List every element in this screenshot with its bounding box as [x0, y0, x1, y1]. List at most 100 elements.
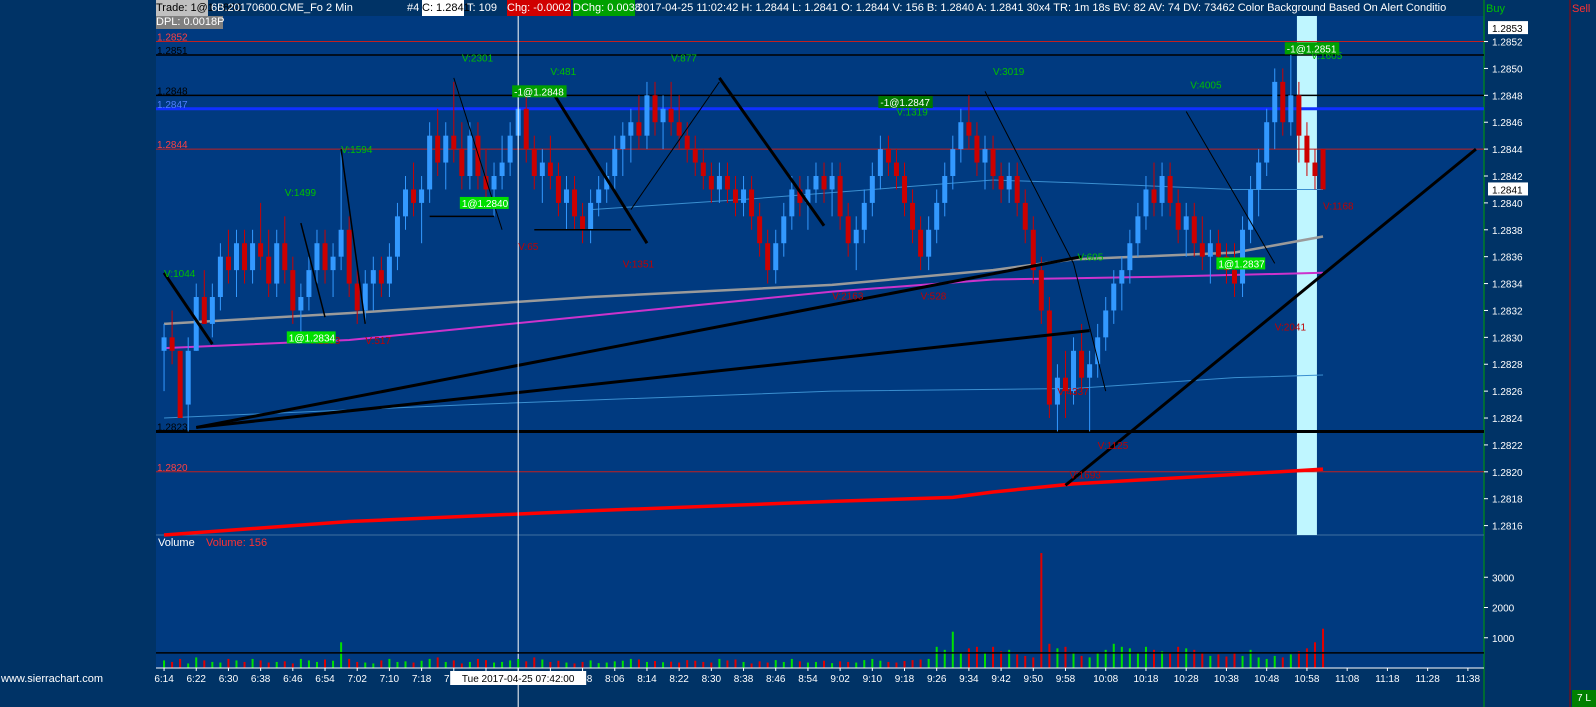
time-axis-label: 10:48 — [1254, 674, 1279, 685]
trade-badge-label: 1@1.2840 — [462, 199, 509, 210]
candle-body — [580, 216, 586, 230]
candle-body — [1183, 216, 1189, 230]
time-axis-label: 11:18 — [1375, 674, 1400, 685]
buy-column-label[interactable]: Buy — [1486, 3, 1505, 15]
volume-bar — [195, 657, 198, 668]
candle-body — [499, 162, 505, 177]
volume-bar — [782, 661, 785, 668]
candle-body — [1087, 364, 1093, 378]
volume-bar — [951, 631, 954, 668]
time-axis-label: 8:54 — [798, 674, 818, 685]
time-axis-label: 11:38 — [1456, 674, 1481, 685]
volume-bar — [275, 661, 278, 668]
candle-body — [877, 149, 883, 177]
candle-body — [620, 135, 626, 150]
volume-bar — [227, 658, 230, 668]
price-axis-label: 1.2844 — [1492, 145, 1523, 156]
volume-bar — [678, 662, 681, 668]
volume-bar — [790, 658, 793, 668]
time-axis-label: 9:10 — [863, 674, 883, 685]
time-axis-label: 8:06 — [605, 674, 625, 685]
candle-body — [1199, 243, 1205, 257]
candle-body — [419, 189, 425, 203]
close-value: C: 1.2841 — [422, 0, 470, 16]
volume-bar — [927, 658, 930, 668]
volume-axis-label: 3000 — [1492, 573, 1515, 584]
corner-indicator[interactable]: 7 L — [1572, 690, 1596, 707]
time-axis-label: 9:58 — [1056, 674, 1076, 685]
volume-bar — [1161, 651, 1164, 668]
volume-bar — [573, 663, 576, 668]
volume-bar — [1177, 646, 1180, 668]
price-axis-label: 1.2838 — [1492, 226, 1523, 237]
volume-bar — [605, 662, 608, 668]
candle-body — [467, 135, 473, 177]
candle-body — [435, 135, 441, 163]
volume-bar — [871, 658, 874, 668]
current-price-value: 1.2853 — [1492, 24, 1523, 35]
time-axis-label: 6:54 — [315, 674, 335, 685]
volume-bar — [895, 662, 898, 668]
time-axis-label: 7:18 — [412, 674, 432, 685]
volume-bar — [420, 660, 423, 668]
volume-bar — [211, 661, 214, 668]
volume-bar — [694, 660, 697, 668]
candle-body — [1111, 283, 1117, 311]
volume-callout-label: V:65 — [518, 242, 539, 253]
candle-body — [732, 189, 738, 203]
volume-bar — [171, 661, 174, 668]
time-axis-label: 9:26 — [927, 674, 947, 685]
candle-body — [668, 108, 674, 123]
volume-bar — [983, 652, 986, 668]
volume-bar — [1225, 656, 1228, 668]
volume-bar — [1032, 657, 1035, 668]
volume-bar — [549, 661, 552, 668]
candle-body — [773, 243, 779, 271]
candle-body — [539, 162, 545, 177]
price-axis-label: 1.2820 — [1492, 468, 1523, 479]
candle-body — [1215, 243, 1221, 257]
volume-bar — [1096, 652, 1099, 668]
volume-bar — [388, 658, 391, 668]
candle-body — [242, 243, 248, 271]
volume-bar — [525, 661, 528, 668]
volume-bar — [1322, 663, 1325, 668]
candle-body — [563, 189, 569, 203]
volume-bar — [613, 661, 616, 668]
dpl-label: DPL: 0.0018P — [156, 16, 225, 29]
candle-body — [443, 135, 449, 163]
volume-bar — [1281, 657, 1284, 668]
candle-body — [926, 229, 932, 257]
volume-callout-label: V:2041 — [1275, 323, 1307, 334]
volume-bar — [1201, 652, 1204, 668]
candle-body — [1014, 176, 1020, 203]
volume-bar — [509, 660, 512, 668]
candle-body — [330, 256, 336, 271]
candle-body — [1159, 176, 1165, 203]
volume-bar — [806, 662, 809, 668]
candle-body — [893, 162, 899, 177]
candle-body — [201, 297, 207, 324]
volume-bar — [340, 642, 343, 668]
chart-canvas[interactable]: V:2301 V:481 V:877 V:3019 V:4005 V:1594 V:1499… — [0, 0, 1596, 707]
sell-column-label[interactable]: Sell — [1572, 3, 1590, 15]
candle-body — [853, 229, 859, 244]
time-axis-label: 7:10 — [380, 674, 400, 685]
candle-body — [338, 229, 344, 257]
candle-body — [1135, 216, 1141, 244]
candle-body — [507, 135, 513, 163]
time-axis-label: 11:28 — [1416, 674, 1441, 685]
candle-body — [1143, 189, 1149, 217]
candle-body — [451, 135, 457, 150]
candle-body — [217, 256, 223, 298]
time-axis-label: 6:30 — [219, 674, 239, 685]
candle-body — [370, 270, 376, 284]
candle-body — [700, 162, 706, 177]
volume-bar — [1305, 648, 1308, 668]
time-axis-label: 9:18 — [895, 674, 915, 685]
time-axis-label: 10:38 — [1214, 674, 1239, 685]
candle-body — [346, 229, 352, 284]
volume-callout-label: V:1125 — [1098, 441, 1129, 452]
volume-bar — [1056, 648, 1059, 668]
volume-bar — [1257, 657, 1260, 668]
